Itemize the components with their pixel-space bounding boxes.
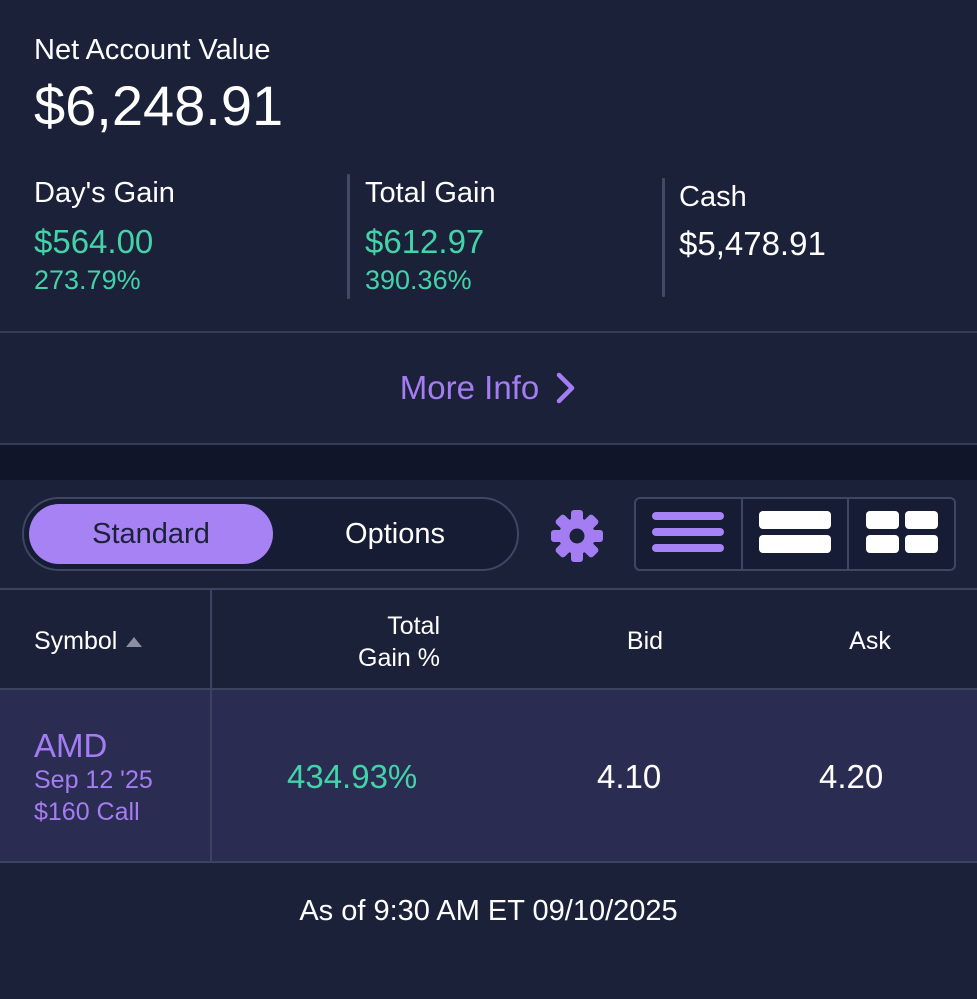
rows-view-icon [759, 509, 831, 560]
more-info-link[interactable]: More Info [0, 333, 977, 443]
list-view-icon [652, 508, 725, 561]
total-gain-label: Total Gain [365, 177, 496, 209]
standard-segment-button[interactable]: Standard [29, 504, 273, 564]
options-segment-button[interactable]: Options [277, 504, 513, 564]
table-divider [0, 861, 977, 863]
bid-column-header[interactable]: Bid [590, 627, 700, 656]
more-info-label: More Info [399, 369, 540, 406]
account-summary: Net Account Value $6,248.91 Day's Gain $… [0, 0, 977, 333]
view-type-segmented-control: Standard Options [22, 497, 519, 571]
total-gain-header-line1: Total [387, 612, 440, 640]
grid-view-button[interactable] [847, 499, 954, 569]
option-expiry: Sep 12 '25 [34, 766, 153, 794]
stat-divider [662, 178, 665, 297]
total-gain-block: Total Gain $612.97 390.36% [365, 176, 496, 296]
option-contract: $160 Call [34, 798, 140, 826]
cash-amount: $5,478.91 [679, 225, 826, 262]
total-gain-pct-column-header[interactable]: Total Gain % [300, 610, 440, 674]
portfolio-screen: Net Account Value $6,248.91 Day's Gain $… [0, 0, 977, 999]
days-gain-amount: $564.00 [34, 223, 154, 260]
total-gain-header-line2: Gain % [358, 644, 440, 672]
days-gain-label: Day's Gain [34, 177, 175, 209]
net-account-value-label: Net Account Value [34, 34, 271, 66]
cash-block: Cash $5,478.91 [679, 180, 826, 264]
chevron-right-icon [555, 371, 577, 405]
total-gain-pct-cell: 434.93% [287, 758, 418, 795]
total-gain-amount: $612.97 [365, 223, 485, 260]
net-account-value: $6,248.91 [34, 74, 284, 137]
symbol-header-label: Symbol [34, 627, 118, 655]
section-separator [0, 445, 977, 480]
symbol-column-divider [210, 590, 212, 862]
stat-divider [347, 174, 350, 299]
view-mode-toggle [634, 497, 956, 571]
ask-cell: 4.20 [819, 758, 884, 795]
list-view-button[interactable] [636, 499, 741, 569]
total-gain-percent: 390.36% [365, 265, 472, 295]
table-row[interactable]: AMD Sep 12 '25 $160 Call 434.93% 4.10 4.… [0, 690, 977, 861]
bid-cell: 4.10 [597, 758, 662, 795]
gear-icon[interactable] [548, 507, 606, 565]
days-gain-block: Day's Gain $564.00 273.79% [34, 176, 175, 296]
grid-view-icon [865, 509, 938, 560]
rows-view-button[interactable] [740, 499, 848, 569]
as-of-timestamp: As of 9:30 AM ET 09/10/2025 [299, 895, 678, 927]
cash-label: Cash [679, 181, 747, 213]
ask-column-header[interactable]: Ask [815, 627, 925, 656]
symbol-column-header[interactable]: Symbol [34, 627, 143, 656]
ticker: AMD [34, 727, 108, 764]
sort-ascending-icon [125, 636, 143, 648]
days-gain-percent: 273.79% [34, 265, 141, 295]
symbol-cell: AMD Sep 12 '25 $160 Call [34, 728, 153, 828]
